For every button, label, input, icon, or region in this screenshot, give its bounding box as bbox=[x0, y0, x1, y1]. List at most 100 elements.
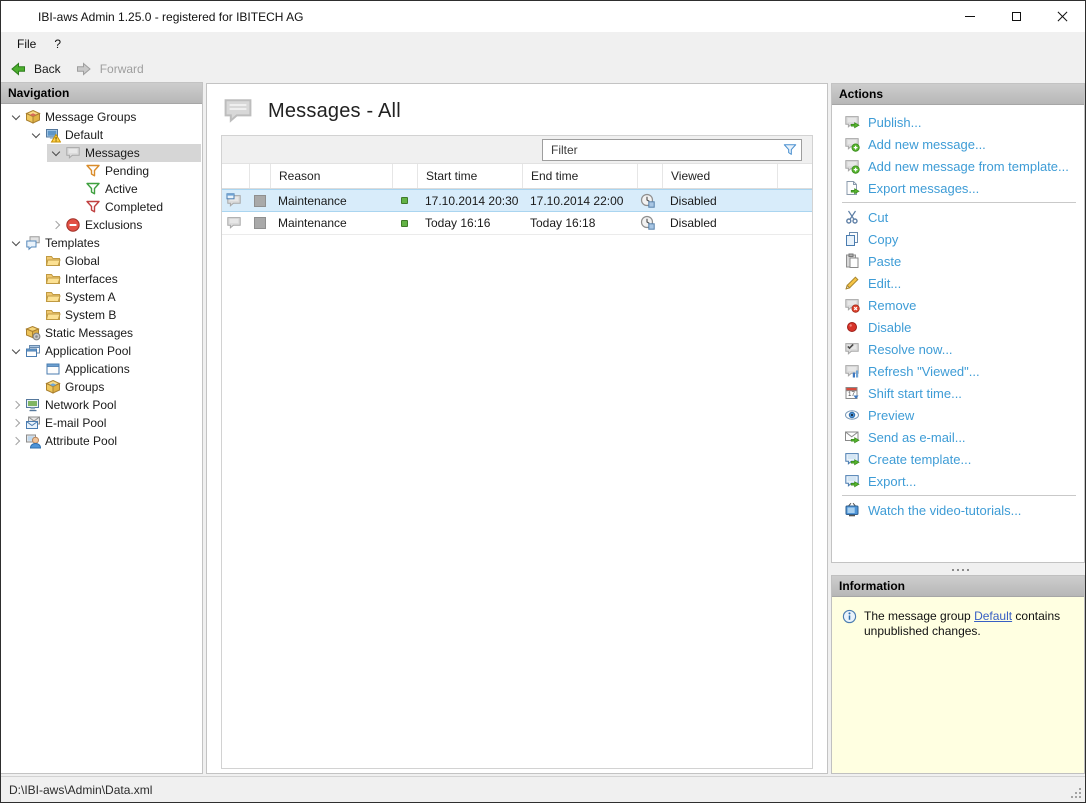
color-swatch bbox=[253, 217, 266, 229]
chevron-right-icon[interactable] bbox=[9, 415, 25, 431]
tree-item-groups[interactable]: Groups bbox=[1, 378, 202, 396]
action-export-messages[interactable]: Export messages... bbox=[832, 177, 1084, 199]
viewed-clock-icon bbox=[640, 215, 656, 231]
tree-item-application-pool[interactable]: Application Pool bbox=[1, 342, 202, 360]
funnel-orange-icon bbox=[85, 163, 101, 179]
action-publish[interactable]: Publish... bbox=[832, 111, 1084, 133]
start-time-cell: 17.10.2014 20:30 bbox=[425, 193, 519, 208]
action-copy[interactable]: Copy bbox=[832, 228, 1084, 250]
preview-icon bbox=[844, 407, 860, 423]
chevron-down-icon[interactable] bbox=[9, 343, 25, 359]
default-group-link[interactable]: Default bbox=[974, 609, 1012, 623]
table-row[interactable]: Maintenance 17.10.2014 20:30 17.10.2014 22… bbox=[222, 189, 812, 212]
tree-item-label: Interfaces bbox=[65, 272, 118, 286]
action-label: Export messages... bbox=[868, 180, 980, 196]
action-shift-start-time[interactable]: 17 Shift start time... bbox=[832, 382, 1084, 404]
action-send-as-e-mail[interactable]: Send as e-mail... bbox=[832, 426, 1084, 448]
action-label: Remove bbox=[868, 297, 917, 313]
action-create-template[interactable]: Create template... bbox=[832, 448, 1084, 470]
chevron-right-icon[interactable] bbox=[9, 433, 25, 449]
applications-icon bbox=[45, 361, 61, 377]
actions-separator bbox=[842, 202, 1076, 203]
tree-item-interfaces[interactable]: Interfaces bbox=[1, 270, 202, 288]
tree-item-message-groups[interactable]: Message Groups bbox=[1, 108, 202, 126]
resolve-icon bbox=[844, 341, 860, 357]
messages-panel: Messages - All Reason Start timeEnd time V… bbox=[206, 83, 828, 774]
close-icon bbox=[1057, 11, 1068, 22]
close-button[interactable] bbox=[1039, 1, 1085, 32]
funnel-red-icon bbox=[85, 199, 101, 215]
tree-item-system-a[interactable]: System A bbox=[1, 288, 202, 306]
tree-item-templates[interactable]: Templates bbox=[1, 234, 202, 252]
tree-item-e-mail-pool[interactable]: E-mail Pool bbox=[1, 414, 202, 432]
menu-file[interactable]: File bbox=[8, 32, 45, 56]
menu-help[interactable]: ? bbox=[45, 32, 70, 56]
column-header-start-time[interactable]: Start time bbox=[417, 164, 522, 188]
tree-item-exclusions[interactable]: Exclusions bbox=[1, 216, 202, 234]
action-export[interactable]: Export... bbox=[832, 470, 1084, 492]
forward-button[interactable]: Forward bbox=[70, 58, 150, 80]
start-time-cell: Today 16:16 bbox=[425, 216, 491, 230]
tree-item-label: Groups bbox=[65, 380, 105, 394]
chevron-down-icon[interactable] bbox=[9, 109, 25, 125]
action-paste[interactable]: Paste bbox=[832, 250, 1084, 272]
action-cut[interactable]: Cut bbox=[832, 206, 1084, 228]
minimize-button[interactable] bbox=[947, 1, 993, 32]
tree-item-active[interactable]: Active bbox=[1, 180, 202, 198]
action-disable[interactable]: Disable bbox=[832, 316, 1084, 338]
tree-item-pending[interactable]: Pending bbox=[1, 162, 202, 180]
action-remove[interactable]: Remove bbox=[832, 294, 1084, 316]
action-edit[interactable]: Edit... bbox=[832, 272, 1084, 294]
title-bar: IBI-aws Admin 1.25.0 - registered for IB… bbox=[1, 1, 1085, 32]
chevron-down-icon[interactable] bbox=[29, 127, 45, 143]
action-refresh-viewed[interactable]: Refresh "Viewed"... bbox=[832, 360, 1084, 382]
chevron-down-icon[interactable] bbox=[9, 235, 25, 251]
tree-item-messages[interactable]: Messages bbox=[1, 144, 202, 162]
tree-item-label: Exclusions bbox=[85, 218, 143, 232]
app-icon bbox=[11, 8, 29, 26]
status-cell bbox=[392, 219, 417, 227]
tree-item-attribute-pool[interactable]: Attribute Pool bbox=[1, 432, 202, 450]
tree-item-static-messages[interactable]: Static Messages bbox=[1, 324, 202, 342]
tree-item-system-b[interactable]: System B bbox=[1, 306, 202, 324]
folder-icon bbox=[45, 253, 61, 269]
back-button[interactable]: Back bbox=[4, 58, 67, 80]
tree-item-completed[interactable]: Completed bbox=[1, 198, 202, 216]
tree-item-network-pool[interactable]: Network Pool bbox=[1, 396, 202, 414]
action-resolve-now[interactable]: Resolve now... bbox=[832, 338, 1084, 360]
table-row[interactable]: Maintenance Today 16:16 Today 16:18 Disable… bbox=[222, 212, 812, 235]
column-header-viewed[interactable]: Viewed bbox=[662, 164, 777, 188]
tree-item-applications[interactable]: Applications bbox=[1, 360, 202, 378]
action-label: Add new message... bbox=[868, 136, 986, 152]
column-header-reason[interactable]: Reason bbox=[270, 164, 392, 188]
static-messages-icon bbox=[25, 325, 41, 341]
viewed-cell: Disabled bbox=[670, 216, 717, 230]
tree-item-default[interactable]: Default bbox=[1, 126, 202, 144]
column-header-end-time[interactable]: End time bbox=[522, 164, 637, 188]
color-swatch-cell bbox=[249, 194, 270, 207]
action-add-new-message[interactable]: Add new message... bbox=[832, 133, 1084, 155]
action-label: Resolve now... bbox=[868, 341, 953, 357]
maximize-button[interactable] bbox=[993, 1, 1039, 32]
action-watch-the-video-tutorials[interactable]: Watch the video-tutorials... bbox=[832, 499, 1084, 521]
panel-splitter[interactable] bbox=[831, 564, 1085, 575]
action-add-new-message-from-template[interactable]: Add new message from template... bbox=[832, 155, 1084, 177]
resize-grip-icon[interactable] bbox=[1069, 786, 1081, 798]
minimize-icon bbox=[965, 16, 975, 17]
chevron-down-icon[interactable] bbox=[49, 145, 65, 161]
viewed-icon-cell bbox=[637, 193, 662, 209]
table-header-row: Reason Start time End time Viewed bbox=[222, 164, 812, 189]
chevron-right-icon[interactable] bbox=[9, 397, 25, 413]
tree-item-global[interactable]: Global bbox=[1, 252, 202, 270]
filter-input[interactable] bbox=[542, 139, 802, 161]
chevron-right-icon[interactable] bbox=[49, 217, 65, 233]
information-content: The message group Default contains unpub… bbox=[832, 597, 1084, 773]
action-preview[interactable]: Preview bbox=[832, 404, 1084, 426]
attribute-pool-icon bbox=[25, 433, 41, 449]
tree-item-label: Pending bbox=[105, 164, 150, 178]
